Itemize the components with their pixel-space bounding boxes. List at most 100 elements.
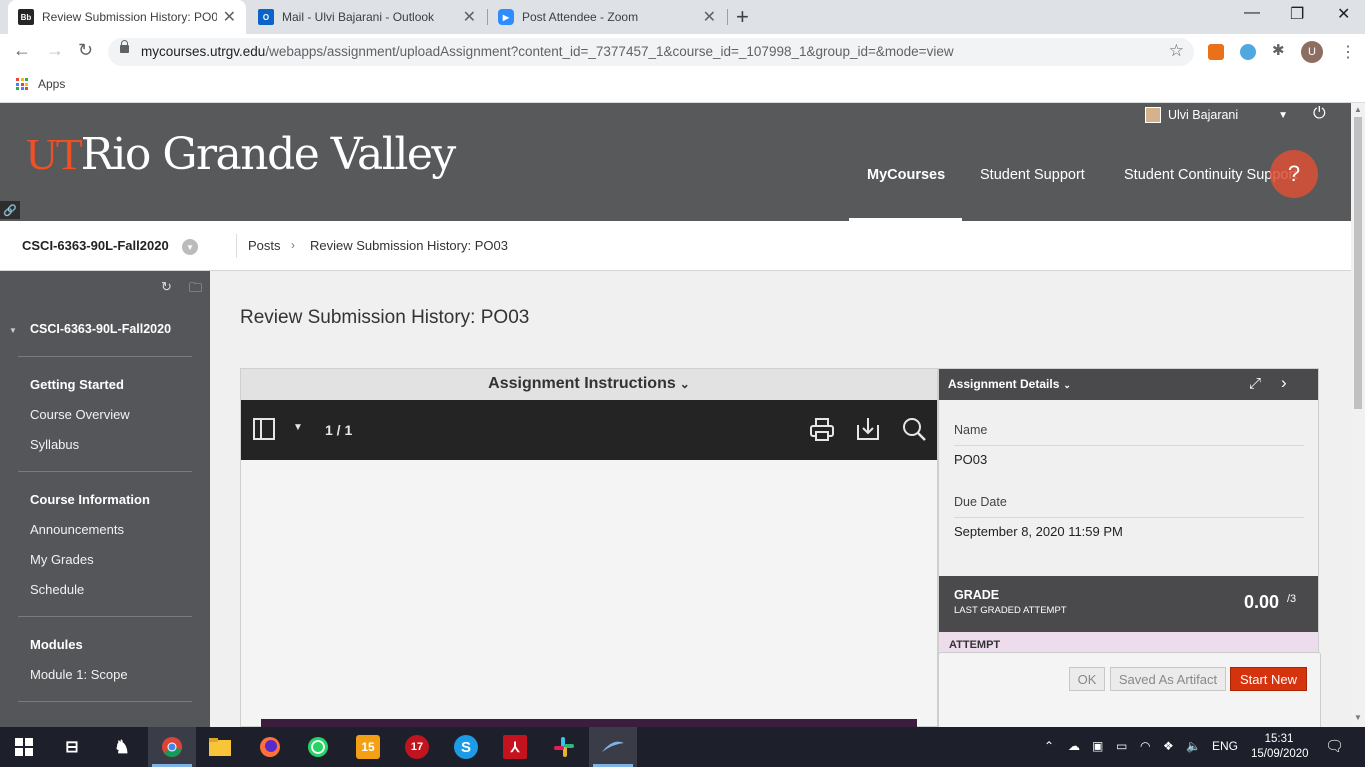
menu-item-module-1[interactable]: Module 1: Scope xyxy=(30,667,128,682)
sidebar-toggle-icon[interactable] xyxy=(253,418,275,440)
clock-date: 15/09/2020 xyxy=(1251,748,1309,760)
tray-onedrive-icon[interactable]: ☁ xyxy=(1068,739,1080,753)
menu-item-schedule[interactable]: Schedule xyxy=(30,582,84,597)
close-icon[interactable]: ✕ xyxy=(703,7,716,27)
nav-student-support[interactable]: Student Support xyxy=(980,167,1085,183)
page-indicator: 1 / 1 xyxy=(325,422,353,438)
chevron-down-icon[interactable]: ▼ xyxy=(182,239,198,255)
menu-item-course-overview[interactable]: Course Overview xyxy=(30,407,130,422)
course-menu: ↻ 🗀 ▼ CSCI-6363-90L-Fall2020 Getting Sta… xyxy=(0,271,210,727)
battery-icon[interactable]: ▭ xyxy=(1116,739,1127,753)
due-date-value: September 8, 2020 11:59 PM xyxy=(954,524,1123,539)
new-tab-button[interactable]: + xyxy=(736,4,749,30)
menu-course-title[interactable]: CSCI-6363-90L-Fall2020 xyxy=(30,322,171,336)
acrobat-icon[interactable]: ⅄ xyxy=(503,735,527,759)
nav-mycourses[interactable]: MyCourses xyxy=(867,167,945,183)
attempt-label: ATTEMPT xyxy=(949,639,1001,651)
skype-icon[interactable]: S xyxy=(454,735,478,759)
forward-icon[interactable]: → xyxy=(46,40,64,61)
course-title[interactable]: CSCI-6363-90L-Fall2020 xyxy=(22,238,169,253)
page-scrollbar[interactable]: ▲ ▼ xyxy=(1351,103,1365,727)
user-menu[interactable]: Ulvi Bajarani ▼ xyxy=(1145,107,1288,123)
collapse-triangle-icon[interactable]: ▼ xyxy=(9,326,17,335)
extension-search-icon[interactable] xyxy=(1240,44,1256,60)
help-question-icon[interactable]: ? xyxy=(1270,150,1318,198)
teams-swoosh-icon[interactable] xyxy=(601,735,625,759)
tab-outlook[interactable]: O Mail - Ulvi Bajarani - Outlook ✕ xyxy=(248,0,486,34)
details-title[interactable]: Assignment Details ⌄ xyxy=(948,377,1071,391)
menu-kebab-icon[interactable]: ⋮ xyxy=(1340,42,1356,62)
print-icon[interactable] xyxy=(808,415,836,443)
windows-taskbar: ⊟ ♞ 15 17 S ⅄ ⌃ ☁ ▣ ▭ ◠ ❖ 🔈 ENG 15:31 15… xyxy=(0,727,1365,767)
logout-power-icon[interactable]: ⏻ xyxy=(1313,105,1331,123)
extension-icon[interactable] xyxy=(1208,44,1224,60)
calendar-red-icon[interactable]: 17 xyxy=(405,735,429,759)
system-clock[interactable]: 15:31 15/09/2020 xyxy=(1251,732,1309,762)
expand-icon[interactable]: ⤢ xyxy=(1249,375,1261,392)
tray-chevron-up-icon[interactable]: ⌃ xyxy=(1044,739,1054,753)
menu-item-announcements[interactable]: Announcements xyxy=(30,522,124,537)
search-icon[interactable] xyxy=(900,415,928,443)
tab-zoom[interactable]: ▶ Post Attendee - Zoom ✕ xyxy=(488,0,726,34)
reload-icon[interactable]: ↻ xyxy=(78,40,93,61)
extensions-puzzle-icon[interactable]: ✱ xyxy=(1272,41,1288,59)
utrgv-logo[interactable]: UTRio Grande Valley xyxy=(26,129,456,180)
whatsapp-icon[interactable] xyxy=(306,735,330,759)
saved-as-artifact-button[interactable]: Saved As Artifact xyxy=(1110,667,1226,691)
file-explorer-icon[interactable] xyxy=(208,735,232,759)
window-close-button[interactable]: ✕ xyxy=(1337,4,1350,24)
notifications-icon[interactable]: 🗨 xyxy=(1325,737,1344,755)
section-modules[interactable]: Modules xyxy=(30,637,83,652)
scroll-up-icon[interactable]: ▲ xyxy=(1354,105,1362,114)
mask-app-icon[interactable]: ♞ xyxy=(110,735,134,759)
apps-icon[interactable] xyxy=(16,78,28,90)
url-bar[interactable]: mycourses.utrgv.edu/webapps/assignment/u… xyxy=(108,38,1194,66)
browser-tab-strip: Bb Review Submission History: PO03 ✕ O M… xyxy=(0,0,1365,34)
pdf-page[interactable] xyxy=(241,460,937,727)
chevron-right-icon[interactable]: › xyxy=(1281,373,1287,393)
folder-icon[interactable]: 🗀 xyxy=(189,279,202,301)
wifi-icon[interactable]: ◠ xyxy=(1140,739,1150,753)
ok-button[interactable]: OK xyxy=(1069,667,1105,691)
calendar-badge-icon[interactable]: 15 xyxy=(356,735,380,759)
chrome-icon[interactable] xyxy=(160,735,184,759)
viewer-header[interactable]: Assignment Instructions ⌄ xyxy=(241,369,937,400)
tab-title: Mail - Ulvi Bajarani - Outlook xyxy=(282,10,435,24)
scroll-down-icon[interactable]: ▼ xyxy=(1354,713,1362,722)
link-icon[interactable]: 🔗 xyxy=(0,201,20,219)
minimize-button[interactable]: — xyxy=(1244,4,1260,22)
language-indicator[interactable]: ENG xyxy=(1212,739,1238,753)
bookmark-star-icon[interactable]: ☆ xyxy=(1169,41,1184,61)
profile-avatar[interactable]: U xyxy=(1301,41,1323,63)
menu-item-my-grades[interactable]: My Grades xyxy=(30,552,94,567)
close-icon[interactable]: ✕ xyxy=(463,7,476,27)
apps-bookmark[interactable]: Apps xyxy=(38,77,65,91)
section-getting-started[interactable]: Getting Started xyxy=(30,377,124,392)
back-icon[interactable]: ← xyxy=(13,40,31,61)
tray-app-icon[interactable]: ▣ xyxy=(1092,739,1103,753)
slack-icon[interactable] xyxy=(552,735,576,759)
tab-review-submission[interactable]: Bb Review Submission History: PO03 ✕ xyxy=(8,0,246,34)
close-icon[interactable]: ✕ xyxy=(223,7,236,27)
menu-item-syllabus[interactable]: Syllabus xyxy=(30,437,79,452)
divider xyxy=(954,517,1304,518)
refresh-icon[interactable]: ↻ xyxy=(161,279,172,295)
windows-start-icon[interactable] xyxy=(12,735,36,759)
breadcrumb: CSCI-6363-90L-Fall2020 ▼ Posts › Review … xyxy=(0,221,1351,271)
breadcrumb-posts[interactable]: Posts xyxy=(248,238,281,253)
grade-score: 0.00 xyxy=(1244,592,1280,612)
tab-title: Review Submission History: PO03 xyxy=(42,10,217,24)
start-new-button[interactable]: Start New xyxy=(1230,667,1307,691)
maximize-button[interactable]: ❐ xyxy=(1290,4,1304,24)
caret-down-icon[interactable]: ▼ xyxy=(293,422,303,433)
task-view-icon[interactable]: ⊟ xyxy=(60,735,84,759)
firefox-icon[interactable] xyxy=(258,735,282,759)
scrollbar-thumb[interactable] xyxy=(1354,117,1362,409)
dropbox-icon[interactable]: ❖ xyxy=(1163,739,1174,753)
download-icon[interactable] xyxy=(854,415,882,443)
section-course-information[interactable]: Course Information xyxy=(30,492,150,507)
url-text: mycourses.utrgv.edu/webapps/assignment/u… xyxy=(141,44,954,59)
chevron-down-icon: ⌄ xyxy=(679,377,690,391)
outlook-icon: O xyxy=(258,9,274,25)
volume-icon[interactable]: 🔈 xyxy=(1186,739,1201,753)
